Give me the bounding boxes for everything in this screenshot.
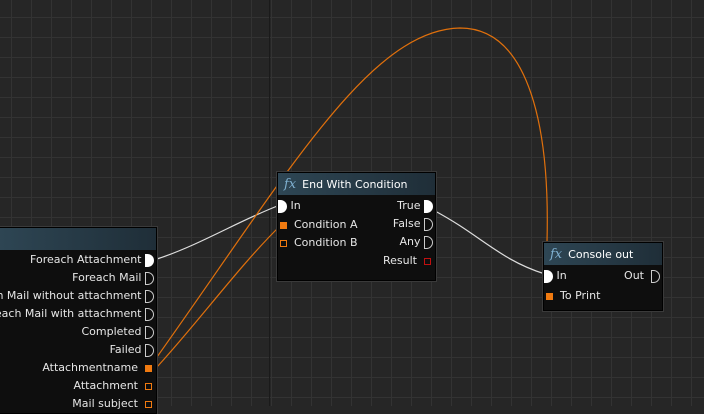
pin-label: Foreach Mail (72, 271, 142, 284)
pin-label: ach Mail without attachment (0, 289, 142, 302)
end-with-condition-node[interactable]: fx End With Condition In Condition A Cond… (277, 172, 436, 281)
exec-in-pin[interactable] (278, 199, 287, 213)
data-pin-connected[interactable] (280, 221, 287, 229)
pin-label: Result (383, 254, 417, 267)
data-wire[interactable] (156, 224, 282, 368)
exec-out-pin[interactable] (145, 307, 154, 321)
output-row: oreach Mail with attachment (0, 305, 154, 323)
node-title: Console out (568, 247, 634, 261)
pin-label: Out (624, 269, 644, 282)
data-pin[interactable] (280, 239, 287, 247)
pin-label: In (556, 269, 567, 282)
exec-wire[interactable] (156, 204, 281, 260)
data-pin[interactable] (145, 364, 152, 372)
pin-label: True (397, 199, 421, 212)
node-title: End With Condition (302, 177, 408, 191)
function-icon: fx (550, 246, 563, 262)
function-icon: fx (284, 176, 297, 192)
pin-label: To Print (560, 289, 601, 302)
output-row: Attachment (73, 377, 152, 395)
pin-label: False (392, 217, 421, 230)
data-pin[interactable] (424, 257, 431, 265)
pin-label: Completed (81, 325, 142, 338)
exec-out-pin[interactable] (145, 253, 154, 267)
node-header[interactable]: fx Console out (544, 243, 662, 265)
output-row: Failed (110, 341, 154, 359)
exec-out-pin[interactable] (145, 289, 154, 303)
exec-out-pin[interactable] (145, 271, 154, 285)
pin-label: Foreach Attachment (30, 253, 142, 266)
data-pin[interactable] (145, 382, 152, 390)
exec-out-pin[interactable] (145, 325, 154, 339)
exec-out-pin[interactable] (651, 269, 660, 283)
pin-label: Mail subject (72, 397, 138, 410)
output-row: Mail subject (72, 395, 152, 413)
output-row: Completed (81, 323, 154, 341)
exec-out-pin[interactable] (145, 343, 154, 357)
pin-label: oreach Mail with attachment (0, 307, 142, 320)
pin-label: Failed (109, 343, 142, 356)
output-row: Foreach Mail (72, 269, 154, 287)
output-row: ach Mail without attachment (0, 287, 154, 305)
node-header[interactable] (0, 228, 156, 250)
exec-in-pin[interactable] (544, 269, 553, 283)
pin-label: Condition B (294, 236, 358, 249)
exec-wire[interactable] (434, 210, 546, 275)
exec-out-pin[interactable] (424, 199, 433, 213)
pin-label: Attachmentname (42, 361, 138, 374)
exec-out-pin[interactable] (424, 217, 433, 231)
pin-label: In (290, 199, 301, 212)
foreach-node[interactable]: Foreach Attachment Foreach Mail ach Mail… (0, 227, 157, 414)
pin-label: Attachment (73, 379, 139, 392)
exec-out-pin[interactable] (424, 235, 433, 249)
console-out-node[interactable]: fx Console out In To Print Out (543, 242, 663, 311)
pin-label: Any (399, 235, 421, 248)
output-row: Attachmentname (42, 359, 152, 377)
node-header[interactable]: fx End With Condition (278, 173, 435, 195)
pin-label: Condition A (294, 218, 358, 231)
data-pin-connected[interactable] (546, 292, 553, 300)
output-row: Foreach Attachment (30, 251, 154, 269)
data-pin[interactable] (145, 400, 152, 408)
